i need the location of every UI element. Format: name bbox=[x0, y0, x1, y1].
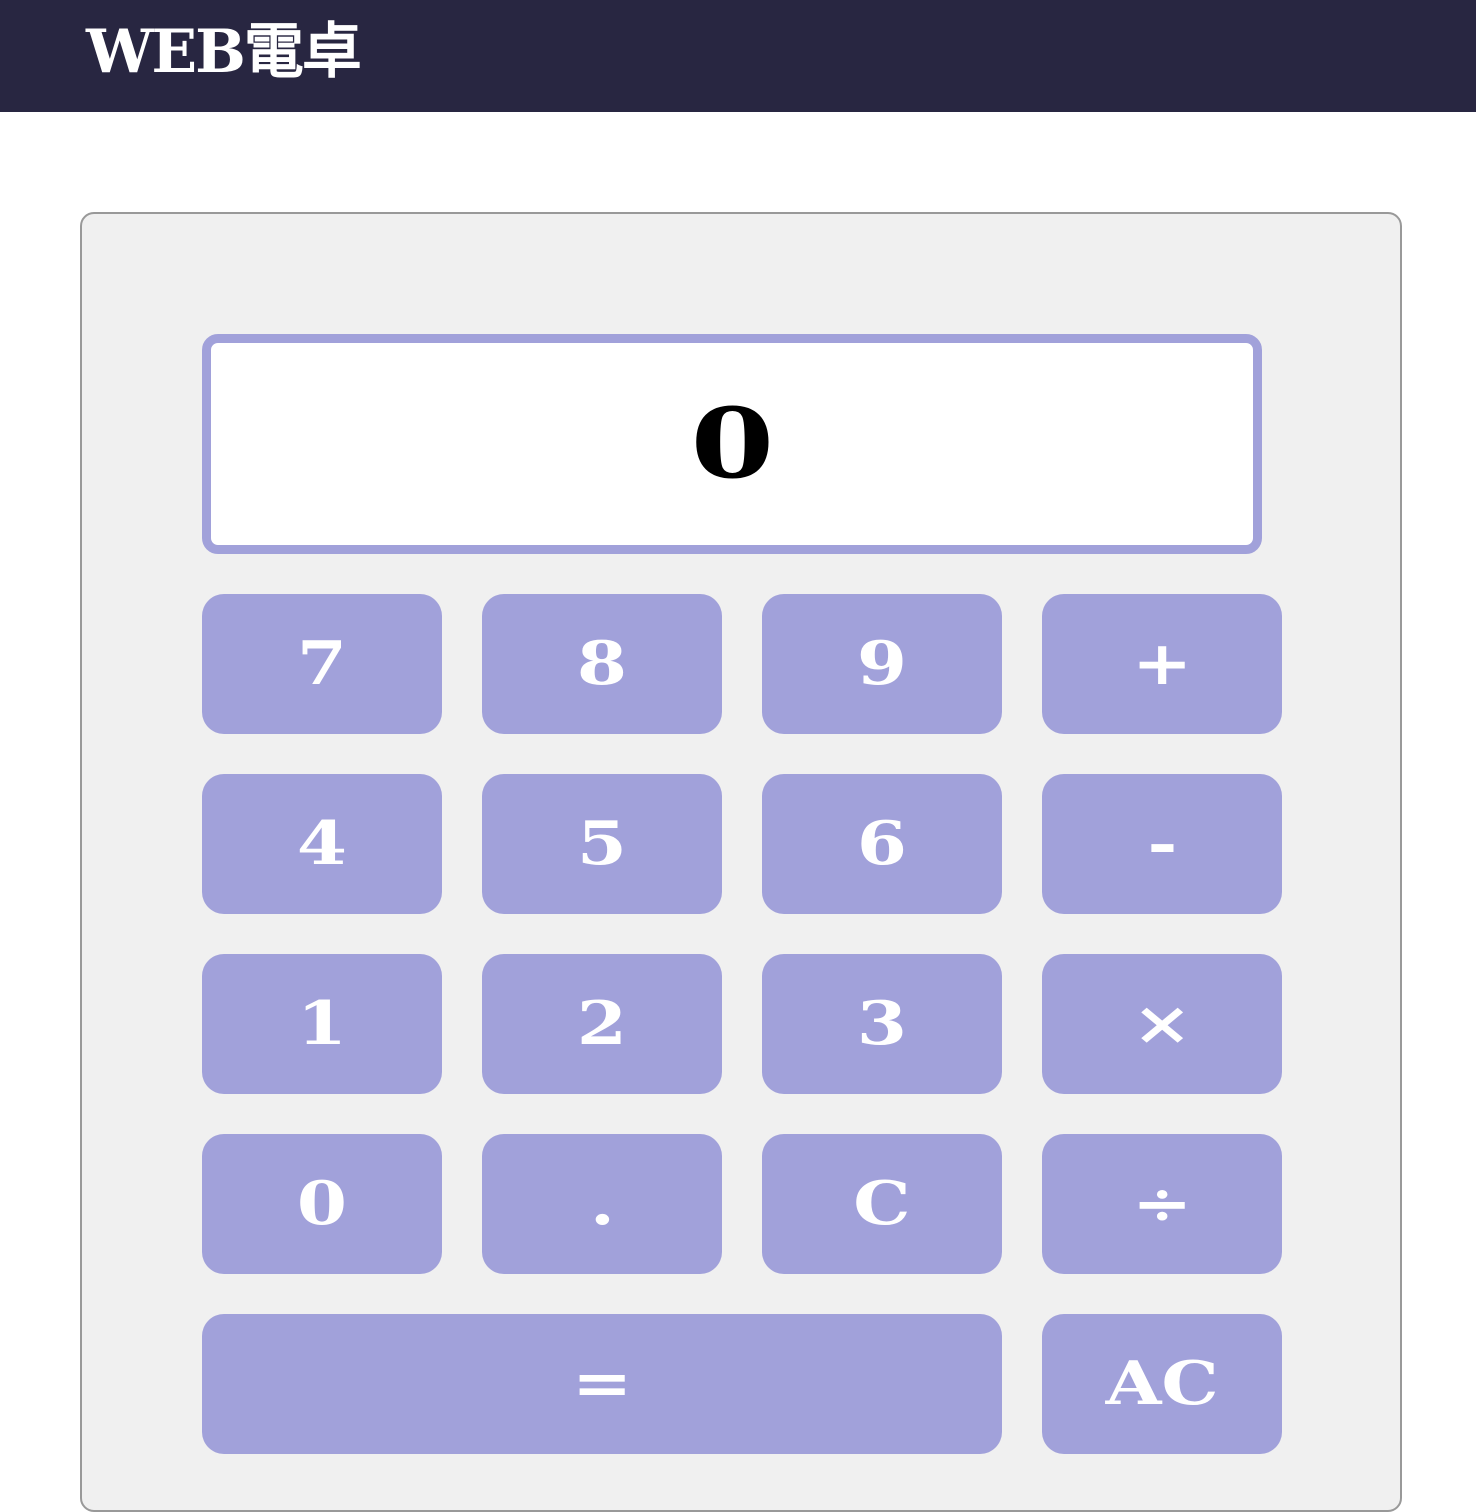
app-title: WEB電卓 bbox=[86, 17, 362, 87]
key-9-button[interactable]: 9 bbox=[762, 594, 1002, 734]
key-5-button[interactable]: 5 bbox=[482, 774, 722, 914]
equals-button[interactable]: = bbox=[202, 1314, 1002, 1454]
multiply-button[interactable]: × bbox=[1042, 954, 1282, 1094]
key-3-button[interactable]: 3 bbox=[762, 954, 1002, 1094]
plus-button[interactable]: + bbox=[1042, 594, 1282, 734]
key-6-button[interactable]: 6 bbox=[762, 774, 1002, 914]
app-header: WEB電卓 bbox=[0, 0, 1476, 112]
divide-button[interactable]: ÷ bbox=[1042, 1134, 1282, 1274]
clear-button[interactable]: C bbox=[762, 1134, 1002, 1274]
minus-button[interactable]: - bbox=[1042, 774, 1282, 914]
calculator-display: 0 bbox=[202, 334, 1262, 554]
key-4-button[interactable]: 4 bbox=[202, 774, 442, 914]
key-0-button[interactable]: 0 bbox=[202, 1134, 442, 1274]
key-2-button[interactable]: 2 bbox=[482, 954, 722, 1094]
key-1-button[interactable]: 1 bbox=[202, 954, 442, 1094]
decimal-point-button[interactable]: . bbox=[482, 1134, 722, 1274]
all-clear-button[interactable]: AC bbox=[1042, 1314, 1282, 1454]
display-value: 0 bbox=[690, 387, 774, 500]
key-8-button[interactable]: 8 bbox=[482, 594, 722, 734]
key-7-button[interactable]: 7 bbox=[202, 594, 442, 734]
